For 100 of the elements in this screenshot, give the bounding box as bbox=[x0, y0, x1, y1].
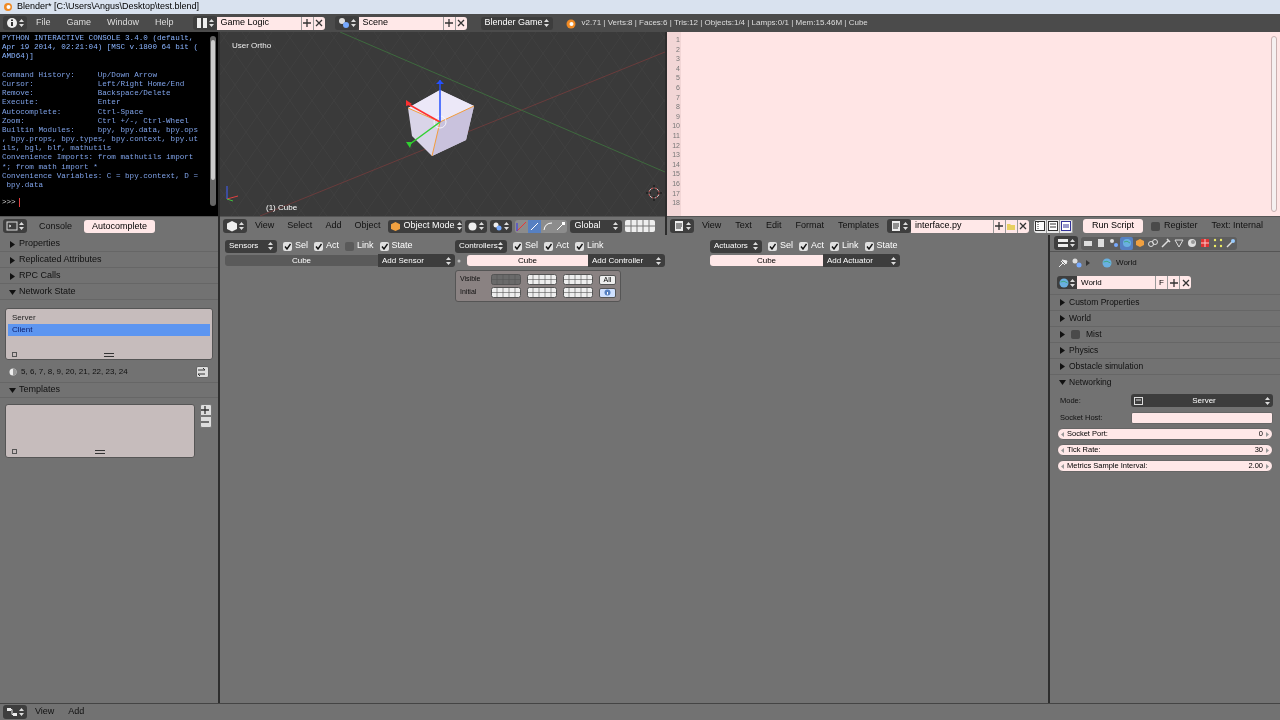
menu-item[interactable]: View bbox=[250, 217, 280, 235]
add-button[interactable] bbox=[1167, 276, 1179, 289]
menu-item[interactable]: Templates bbox=[831, 217, 885, 235]
scrollbar[interactable] bbox=[210, 36, 216, 206]
menu-item[interactable]: Text bbox=[729, 217, 758, 235]
checkbox[interactable] bbox=[1150, 221, 1160, 231]
console-tab[interactable]: Autocomplete bbox=[84, 219, 156, 233]
checkbox[interactable] bbox=[864, 241, 874, 251]
context-tab[interactable] bbox=[1107, 236, 1120, 250]
orientation-dropdown[interactable]: Global bbox=[570, 219, 623, 233]
context-tab[interactable] bbox=[1185, 236, 1198, 250]
context-tab[interactable] bbox=[1198, 236, 1211, 250]
render-engine-dropdown[interactable]: Blender Game bbox=[480, 16, 553, 30]
context-tab[interactable] bbox=[1211, 236, 1224, 250]
menu-item[interactable]: Format bbox=[789, 217, 830, 235]
checkbox[interactable] bbox=[544, 241, 553, 251]
object-name-bar[interactable]: Cube bbox=[467, 255, 588, 266]
add-brick-dropdown[interactable]: Add Controller bbox=[588, 254, 665, 267]
manipulator-toggles[interactable] bbox=[515, 219, 568, 233]
swap-button[interactable] bbox=[196, 366, 209, 378]
fake-user-button[interactable]: F bbox=[1155, 276, 1167, 289]
scrollbar[interactable] bbox=[1271, 36, 1277, 212]
name-field[interactable]: interface.py bbox=[910, 219, 993, 233]
checkbox[interactable] bbox=[314, 241, 323, 251]
context-tab[interactable] bbox=[1224, 236, 1237, 250]
add-brick-dropdown[interactable]: Add Sensor bbox=[378, 254, 455, 267]
logic-brick-filter-dropdown[interactable]: Actuators bbox=[710, 239, 762, 253]
menu-item[interactable]: File bbox=[29, 14, 58, 32]
checkbox[interactable] bbox=[1071, 330, 1080, 339]
menu-item[interactable]: Game bbox=[59, 14, 99, 32]
updown-icon bbox=[686, 222, 691, 230]
socket-host-field[interactable] bbox=[1131, 411, 1273, 424]
panel-header[interactable]: Networking bbox=[1050, 374, 1280, 390]
mode-dropdown[interactable]: Object Mode bbox=[388, 219, 463, 233]
context-tab[interactable] bbox=[1146, 236, 1159, 250]
list-item[interactable]: Server bbox=[8, 312, 210, 324]
menu-item[interactable]: Window bbox=[100, 14, 147, 32]
list-box[interactable] bbox=[5, 404, 195, 458]
panel-header[interactable]: Properties bbox=[0, 237, 218, 252]
checkbox[interactable] bbox=[799, 241, 808, 251]
panel-header[interactable]: Mist bbox=[1050, 326, 1280, 342]
menu-item[interactable]: Help bbox=[148, 14, 181, 32]
add-brick-dropdown[interactable]: Add Actuator bbox=[823, 254, 900, 267]
editor-type-button[interactable] bbox=[3, 219, 27, 233]
panel-header[interactable]: Network State bbox=[0, 285, 218, 300]
viewport[interactable]: User Ortho (1) Cube bbox=[220, 32, 665, 216]
menu-item[interactable]: Add bbox=[320, 217, 347, 235]
panel-header[interactable]: Replicated Attributes bbox=[0, 253, 218, 268]
menu-item[interactable]: View bbox=[29, 704, 61, 720]
panel-header[interactable]: Obstacle simulation bbox=[1050, 358, 1280, 374]
menu-item[interactable]: Select bbox=[282, 217, 318, 235]
run-script-button[interactable]: Run Script bbox=[1082, 219, 1143, 233]
panel-header[interactable]: RPC Calls bbox=[0, 269, 218, 284]
editor-type-button[interactable] bbox=[192, 16, 217, 30]
editor-type-button[interactable] bbox=[886, 219, 911, 233]
logic-brick-filter-dropdown[interactable]: Sensors bbox=[225, 239, 277, 253]
editor-type-button[interactable] bbox=[334, 16, 359, 30]
checkbox[interactable] bbox=[768, 241, 777, 251]
context-tab[interactable] bbox=[1159, 236, 1172, 250]
checkbox[interactable] bbox=[575, 241, 585, 251]
panel-header[interactable]: Templates bbox=[0, 383, 218, 398]
checkbox[interactable] bbox=[283, 241, 292, 251]
world-type-button[interactable] bbox=[1057, 276, 1077, 289]
checkbox[interactable] bbox=[345, 241, 355, 251]
menu-item[interactable]: View bbox=[696, 217, 728, 235]
info-button[interactable] bbox=[598, 287, 616, 298]
list-item[interactable]: Client bbox=[8, 324, 210, 336]
name-field[interactable]: Scene bbox=[358, 16, 443, 30]
pivot-dropdown[interactable] bbox=[490, 219, 513, 233]
add-button[interactable] bbox=[200, 404, 212, 416]
console-tab[interactable]: Console bbox=[31, 219, 81, 233]
menu-item[interactable]: Edit bbox=[759, 217, 788, 235]
remove-button[interactable] bbox=[200, 416, 212, 428]
editor-type-button[interactable] bbox=[3, 16, 27, 30]
editor-type-button[interactable] bbox=[223, 219, 247, 233]
list-box[interactable]: Server Client bbox=[5, 308, 213, 360]
editor-type-button[interactable] bbox=[670, 219, 694, 233]
context-tab[interactable] bbox=[1172, 236, 1185, 250]
panel-header[interactable]: World bbox=[1050, 310, 1280, 326]
object-name-bar[interactable]: Cube bbox=[710, 255, 823, 266]
name-field[interactable]: Game Logic bbox=[216, 16, 301, 30]
name-field[interactable]: World bbox=[1077, 276, 1155, 289]
menu-item[interactable]: Add bbox=[62, 704, 91, 720]
panel-header[interactable]: Custom Properties bbox=[1050, 294, 1280, 310]
menu-item[interactable]: Object bbox=[349, 217, 386, 235]
checkbox[interactable] bbox=[513, 241, 522, 251]
checkbox[interactable] bbox=[830, 241, 840, 251]
close-button[interactable] bbox=[1179, 276, 1191, 289]
view-toggles[interactable] bbox=[1033, 219, 1073, 233]
context-tab[interactable] bbox=[1133, 236, 1146, 250]
editor-type-button[interactable] bbox=[1054, 236, 1078, 250]
shading-dropdown[interactable] bbox=[465, 219, 488, 233]
check-icon bbox=[831, 242, 839, 250]
object-name-bar[interactable]: Cube bbox=[225, 255, 378, 266]
scroll-thumb[interactable] bbox=[211, 40, 215, 180]
checkbox[interactable] bbox=[379, 241, 389, 251]
editor-type-button[interactable] bbox=[3, 705, 27, 719]
logic-brick-filter-dropdown[interactable]: Controllers bbox=[455, 239, 507, 253]
mode-dropdown[interactable]: Server bbox=[1131, 394, 1273, 407]
panel-header[interactable]: Physics bbox=[1050, 342, 1280, 358]
